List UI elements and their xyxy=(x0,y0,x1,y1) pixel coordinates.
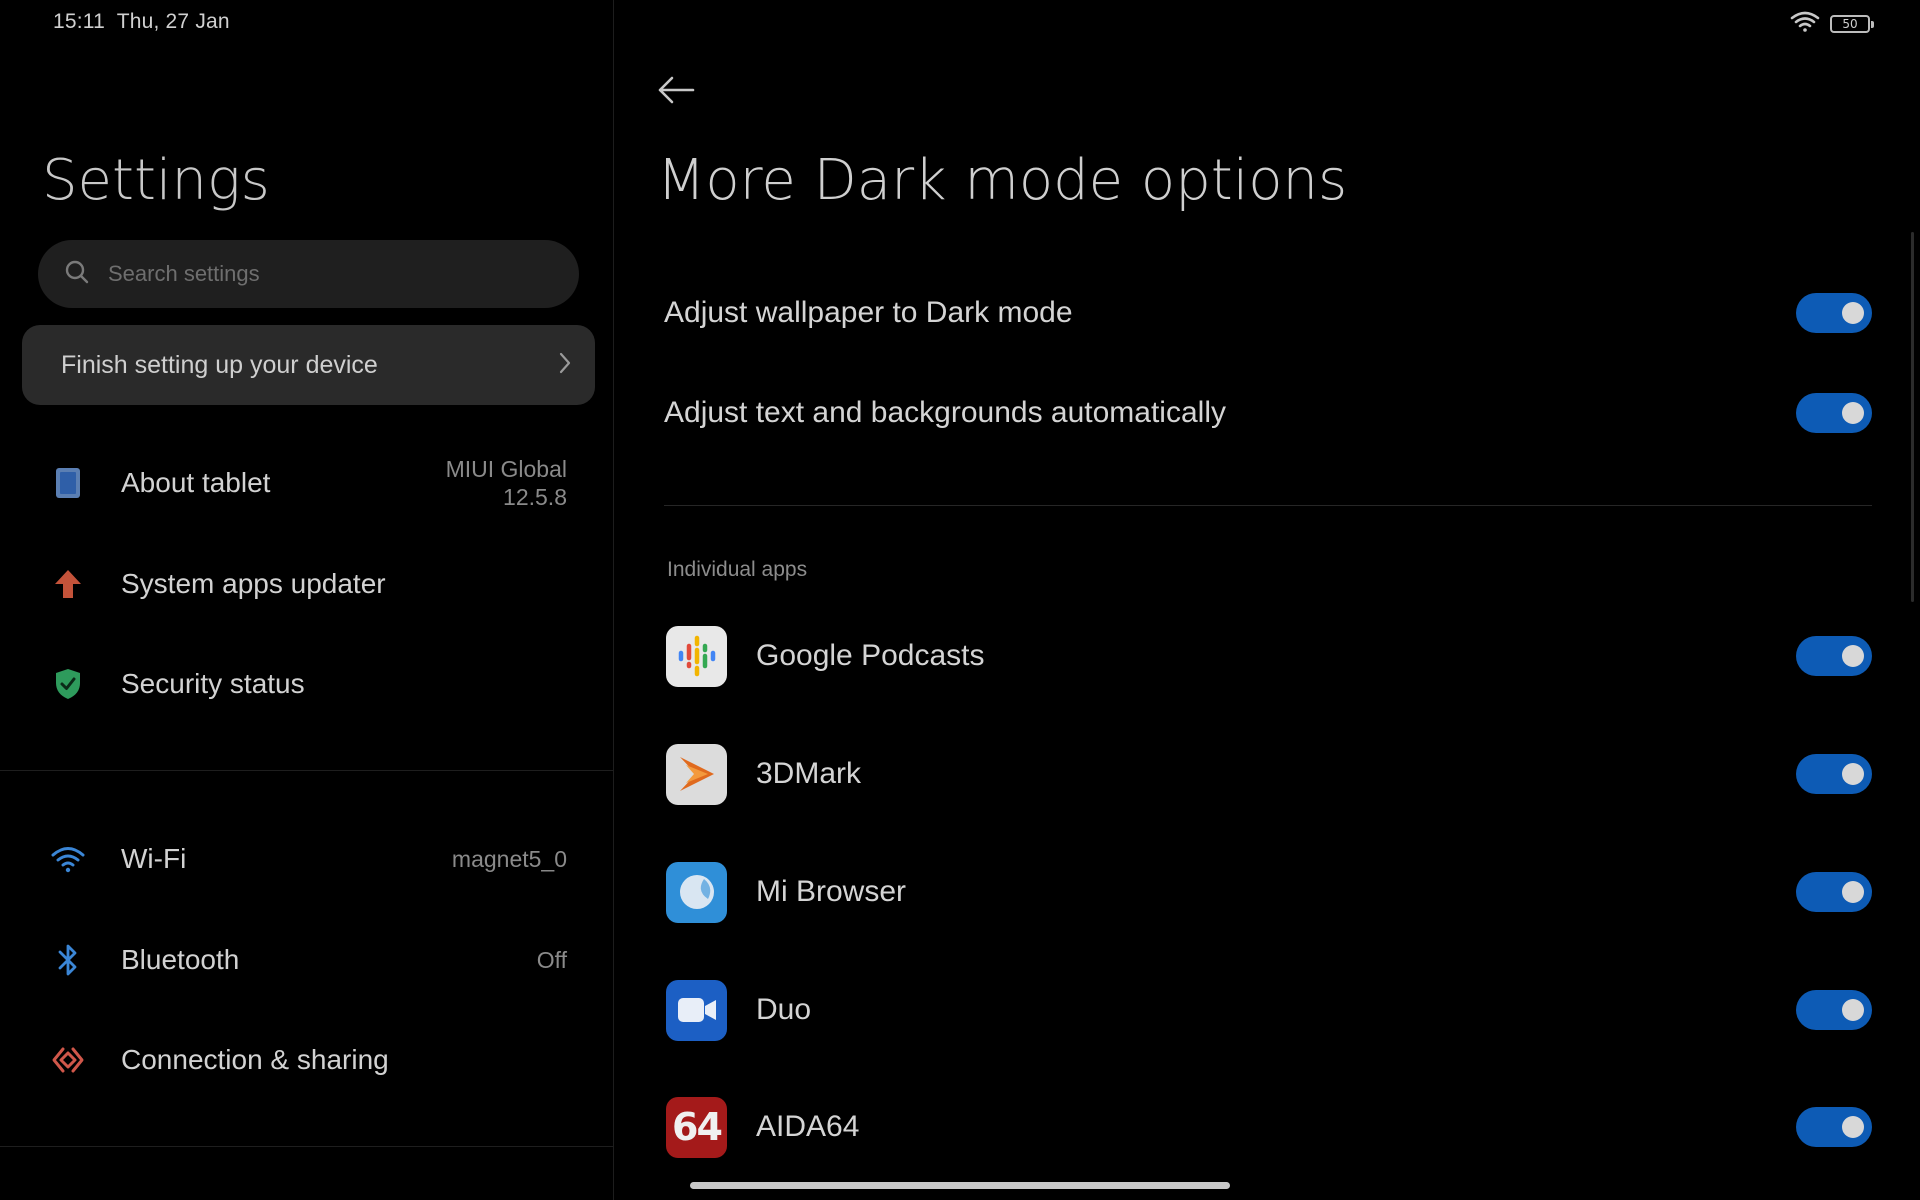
arrow-up-icon xyxy=(50,566,86,602)
duo-toggle[interactable] xyxy=(1796,990,1872,1030)
search-icon xyxy=(64,259,90,290)
bluetooth-icon xyxy=(50,942,86,978)
dark-mode-options-title: More Dark mode options xyxy=(657,148,1348,213)
section-divider xyxy=(664,505,1872,506)
sidebar-item-bluetooth[interactable]: Bluetooth Off xyxy=(0,910,614,1010)
sidebar-item-label: Wi-Fi xyxy=(121,843,187,874)
sidebar-item-label: Connection & sharing xyxy=(121,1044,389,1075)
settings-sidebar: Settings Search settings Finish setting … xyxy=(0,0,614,1200)
sidebar-divider xyxy=(0,1146,614,1147)
scrollbar[interactable] xyxy=(1911,232,1914,602)
app-row-3dmark[interactable]: 3DMark xyxy=(666,724,1872,824)
app-name: Mi Browser xyxy=(756,875,907,908)
adjust-wallpaper-toggle[interactable] xyxy=(1796,293,1872,333)
home-indicator[interactable] xyxy=(690,1182,1230,1189)
app-row-duo[interactable]: Duo xyxy=(666,960,1872,1060)
sidebar-item-wifi[interactable]: Wi-Fi magnet5_0 xyxy=(0,809,614,909)
battery-level: 50 xyxy=(1842,16,1858,31)
status-icons: 50 xyxy=(1790,10,1874,37)
wifi-icon xyxy=(50,841,86,877)
adjust-text-backgrounds-toggle[interactable] xyxy=(1796,393,1872,433)
miui-version-line2: 12.5.8 xyxy=(503,484,567,510)
page-title: Settings xyxy=(42,148,270,213)
connection-sharing-icon xyxy=(50,1042,86,1078)
toggle-knob xyxy=(1842,1116,1864,1138)
option-label: Adjust text and backgrounds automaticall… xyxy=(664,396,1226,429)
wifi-status-icon xyxy=(1790,10,1820,37)
bluetooth-status-value: Off xyxy=(536,947,567,973)
google-podcasts-toggle[interactable] xyxy=(1796,636,1872,676)
toggle-knob xyxy=(1842,999,1864,1021)
3dmark-icon xyxy=(666,743,727,805)
option-label: Adjust wallpaper to Dark mode xyxy=(664,296,1073,329)
battery-icon: 50 xyxy=(1830,14,1874,33)
toggle-knob xyxy=(1842,763,1864,785)
sidebar-item-security-status[interactable]: Security status xyxy=(0,634,614,734)
3dmark-toggle[interactable] xyxy=(1796,754,1872,794)
aida64-icon-text: 64 xyxy=(672,1105,723,1149)
duo-icon xyxy=(666,979,727,1041)
toggle-knob xyxy=(1842,402,1864,424)
sidebar-item-value: MIUI Global 12.5.8 xyxy=(446,455,567,511)
option-adjust-wallpaper[interactable]: Adjust wallpaper to Dark mode xyxy=(664,268,1872,358)
app-name: AIDA64 xyxy=(756,1110,860,1143)
toggle-knob xyxy=(1842,645,1864,667)
app-row-google-podcasts[interactable]: Google Podcasts xyxy=(666,606,1872,706)
sidebar-divider xyxy=(0,770,614,771)
google-podcasts-icon xyxy=(666,625,727,687)
search-input[interactable]: Search settings xyxy=(38,240,579,308)
sidebar-item-system-apps-updater[interactable]: System apps updater xyxy=(0,534,614,634)
back-button[interactable] xyxy=(656,74,698,110)
sidebar-item-label: System apps updater xyxy=(121,568,386,599)
tablet-icon xyxy=(50,465,86,501)
app-name: 3DMark xyxy=(756,757,862,790)
toggle-knob xyxy=(1842,881,1864,903)
sidebar-item-label: Security status xyxy=(121,668,305,699)
miui-version-line1: MIUI Global xyxy=(445,456,567,482)
sidebar-item-about-tablet[interactable]: About tablet MIUI Global 12.5.8 xyxy=(0,433,614,533)
sidebar-item-label: About tablet xyxy=(121,467,271,498)
aida64-icon: 64 xyxy=(666,1096,727,1158)
arrow-left-icon xyxy=(656,75,696,110)
sidebar-item-label: Bluetooth xyxy=(121,944,240,975)
app-name: Google Podcasts xyxy=(756,639,985,672)
toggle-knob xyxy=(1842,302,1864,324)
search-placeholder: Search settings xyxy=(108,261,260,286)
mi-browser-toggle[interactable] xyxy=(1796,872,1872,912)
app-row-aida64[interactable]: 64 AIDA64 xyxy=(666,1077,1872,1177)
app-name: Duo xyxy=(756,993,812,1026)
individual-apps-header: Individual apps xyxy=(667,558,808,581)
aida64-toggle[interactable] xyxy=(1796,1107,1872,1147)
mi-browser-icon xyxy=(666,861,727,923)
shield-check-icon xyxy=(50,666,86,702)
sidebar-item-connection-sharing[interactable]: Connection & sharing xyxy=(0,1010,614,1110)
app-row-mi-browser[interactable]: Mi Browser xyxy=(666,842,1872,942)
wifi-network-value: magnet5_0 xyxy=(451,846,567,872)
finish-setup-label: Finish setting up your device xyxy=(61,350,378,379)
finish-setup-card[interactable]: Finish setting up your device xyxy=(22,325,595,405)
option-adjust-text-backgrounds[interactable]: Adjust text and backgrounds automaticall… xyxy=(664,368,1872,458)
chevron-right-icon xyxy=(557,351,573,380)
